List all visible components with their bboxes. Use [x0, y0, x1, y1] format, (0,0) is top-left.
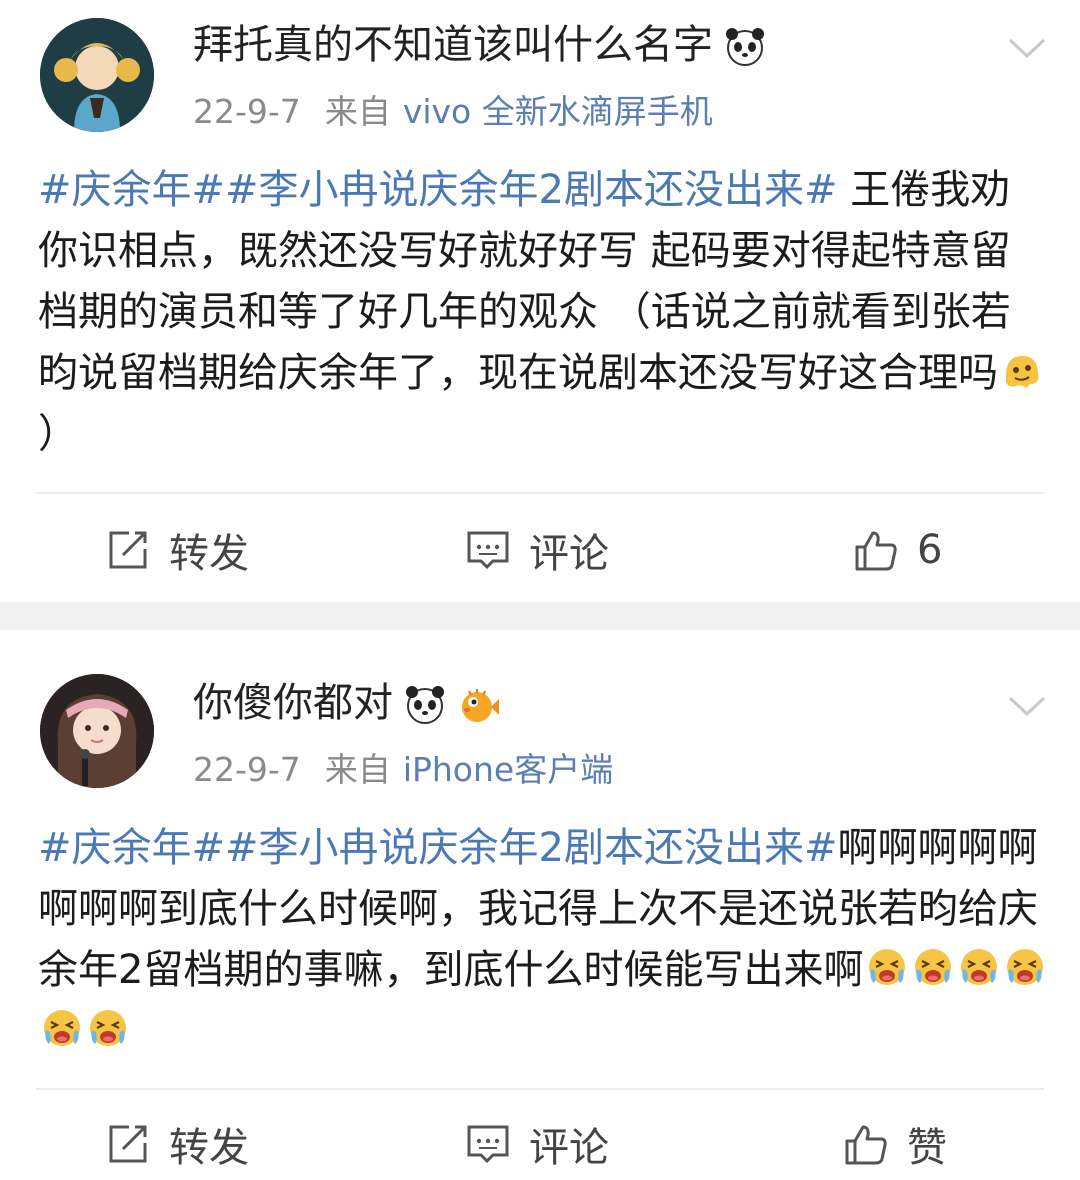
crying-face-emoji-icon	[44, 1010, 80, 1046]
username[interactable]: 你傻你都对	[193, 678, 501, 728]
pufferfish-emoji-icon	[462, 689, 499, 722]
divider	[36, 1088, 1044, 1090]
repost-label: 转发	[169, 1125, 249, 1171]
weibo-post-1: 拜托真的不知道该叫什么名字 22-9-7 来自 vivo 全新水滴屏手机 #庆余年#…	[0, 0, 1080, 602]
comment-button[interactable]: 评论	[465, 1104, 609, 1180]
username-text[interactable]: 你傻你都对	[193, 680, 393, 726]
panda-emoji-icon	[726, 28, 764, 66]
comment-button[interactable]: 评论	[465, 510, 609, 590]
post-date: 22-9-7	[193, 750, 301, 789]
repost-button[interactable]: 转发	[105, 1104, 249, 1180]
from-label: 来自	[324, 92, 391, 131]
crying-face-emoji-icon	[915, 949, 952, 985]
post-actions: 转发 评论 赞	[0, 1104, 1080, 1180]
comment-icon	[467, 1125, 509, 1164]
like-button[interactable]: 赞	[843, 1104, 947, 1180]
comment-icon	[467, 531, 509, 570]
crying-face-emoji-icon	[869, 949, 906, 985]
repost-icon	[109, 1125, 147, 1163]
weibo-post-2: 你傻你都对 22-9-7 来自 iPhone客户端 #庆余年##李小冉说庆余年2剧本…	[0, 630, 1080, 1180]
username-text[interactable]: 拜托真的不知道该叫什么名字	[193, 22, 713, 68]
melting-face-emoji-icon	[1006, 356, 1039, 388]
post-meta: 22-9-7 来自 iPhone客户端	[193, 750, 613, 790]
divider	[36, 492, 1044, 494]
comment-label: 评论	[529, 1125, 609, 1171]
user-avatar[interactable]	[40, 674, 154, 788]
post-separator	[0, 602, 1080, 630]
crying-face-emoji-icon	[1007, 949, 1044, 985]
user-avatar[interactable]	[40, 18, 154, 132]
crying-face-emoji-icon	[90, 1010, 126, 1046]
repost-label: 转发	[169, 531, 249, 577]
post-body: #庆余年##李小冉说庆余年2剧本还没出来#啊啊啊啊啊啊啊啊到底什么时候啊，我记得…	[38, 818, 1048, 1062]
panda-emoji-icon	[406, 686, 444, 724]
username[interactable]: 拜托真的不知道该叫什么名字	[193, 20, 767, 70]
repost-button[interactable]: 转发	[105, 510, 249, 590]
thumbs-up-icon	[845, 1125, 887, 1165]
like-button[interactable]: 6	[853, 510, 942, 590]
crying-face-emoji-icon	[961, 949, 998, 985]
thumbs-up-icon	[855, 531, 897, 571]
like-label: 赞	[907, 1125, 947, 1171]
topic-hashtag[interactable]: #庆余年##李小冉说庆余年2剧本还没出来#	[38, 825, 838, 871]
topic-hashtag[interactable]: #庆余年##李小冉说庆余年2剧本还没出来#	[38, 167, 838, 213]
comment-label: 评论	[529, 531, 609, 577]
repost-icon	[109, 531, 147, 569]
post-meta: 22-9-7 来自 vivo 全新水滴屏手机	[193, 92, 713, 132]
chevron-down-icon[interactable]	[1004, 682, 1050, 728]
post-source[interactable]: vivo 全新水滴屏手机	[403, 92, 713, 131]
like-count: 6	[917, 527, 943, 573]
post-actions: 转发 评论 6	[0, 510, 1080, 590]
chevron-down-icon[interactable]	[1004, 24, 1050, 70]
from-label: 来自	[324, 750, 391, 789]
post-source[interactable]: iPhone客户端	[403, 750, 613, 789]
post-text-tail: ）	[38, 411, 78, 457]
post-date: 22-9-7	[193, 92, 301, 131]
post-body: #庆余年##李小冉说庆余年2剧本还没出来# 王倦我劝你识相点，既然还没写好就好好…	[38, 160, 1048, 465]
